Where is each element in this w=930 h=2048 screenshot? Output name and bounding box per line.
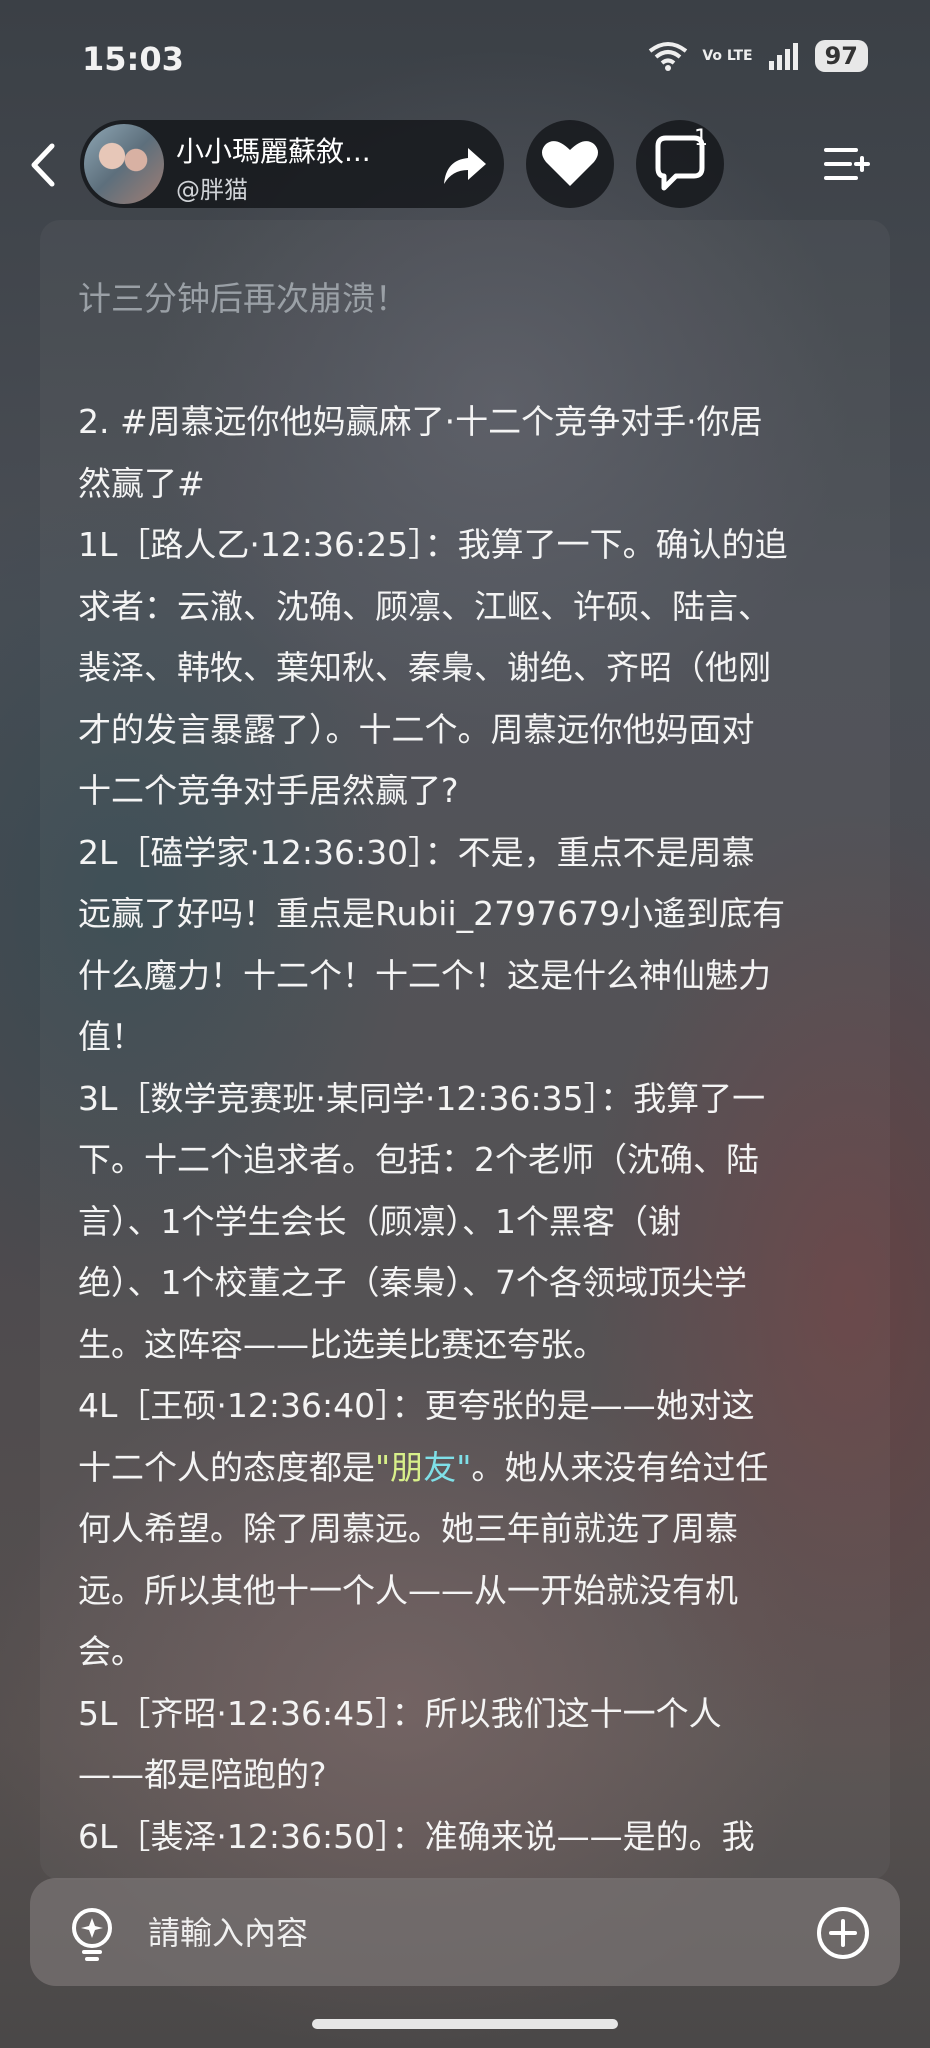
header: 小小瑪麗蘇敘... @胖猫 1 bbox=[0, 120, 930, 210]
text-line: 求者：云澈、沈确、顾凛、江岖、许硕、陆言、 bbox=[78, 586, 771, 626]
avatar[interactable] bbox=[84, 124, 164, 204]
like-button[interactable] bbox=[526, 120, 614, 208]
text-line: 1L［路人乙·12:36:25］：我算了一下。确认的追 bbox=[78, 525, 788, 564]
volte-indicator: Vo LTE bbox=[702, 48, 753, 64]
text-line: 然赢了# bbox=[78, 463, 205, 503]
content-card: 计三分钟后再次崩溃！ 2. #周慕远你他妈赢麻了·十二个竞争对手·你居 然赢了#… bbox=[40, 220, 890, 1880]
text-line: 6L［裴泽·12:36:50］：准确来说——是的。我 bbox=[78, 1816, 755, 1856]
profile-handle: @胖猫 bbox=[176, 176, 248, 204]
text-line: 生。这阵容——比选美比赛还夸张。 bbox=[78, 1324, 606, 1364]
status-bar: 15:03 Vo LTE 97 bbox=[0, 0, 930, 120]
story-text: 计三分钟后再次崩溃！ 2. #周慕远你他妈赢麻了·十二个竞争对手·你居 然赢了#… bbox=[78, 268, 868, 1867]
home-indicator[interactable] bbox=[312, 2019, 618, 2029]
text-span: 十二个人的态度都是 bbox=[78, 1447, 375, 1487]
back-icon[interactable] bbox=[20, 138, 70, 192]
comment-icon bbox=[655, 135, 705, 191]
text-line: 会。 bbox=[78, 1632, 144, 1671]
highlighted-word: 友" bbox=[423, 1447, 472, 1487]
text-line: 5L［齐昭·12:36:45］：所以我们这十一个人 bbox=[78, 1693, 722, 1733]
text-line: 才的发言暴露了）。十二个。周慕远你他妈面对 bbox=[78, 709, 755, 749]
message-input[interactable] bbox=[146, 1878, 800, 1988]
text-line: 2. #周慕远你他妈赢麻了·十二个竞争对手·你居 bbox=[78, 402, 763, 441]
share-icon[interactable] bbox=[440, 140, 490, 190]
text-line: 言）、1个学生会长（顾凛）、1个黑客（谢 bbox=[78, 1201, 681, 1241]
text-line: 十二个人的态度都是"朋友"。她从来没有给过任 bbox=[78, 1437, 868, 1499]
comment-button[interactable]: 1 bbox=[636, 120, 724, 208]
text-line: 绝）、1个校董之子（秦梟）、7个各领域顶尖学 bbox=[78, 1263, 747, 1302]
plus-icon[interactable] bbox=[816, 1906, 870, 1960]
text-line: 3L［数学竞赛班·某同学·12:36:35］：我算了一 bbox=[78, 1078, 766, 1118]
text-line: 何人希望。除了周慕远。她三年前就选了周慕 bbox=[78, 1509, 738, 1548]
highlighted-word: "朋 bbox=[375, 1447, 424, 1487]
input-bar bbox=[30, 1878, 900, 1988]
heart-icon bbox=[542, 141, 598, 186]
wifi-icon bbox=[649, 42, 688, 71]
text-line: 4L［王硕·12:36:40］：更夸张的是——她对这 bbox=[78, 1386, 755, 1425]
text-line: 2L［磕学家·12:36:30］：不是，重点不是周慕 bbox=[78, 832, 755, 872]
profile-name: 小小瑪麗蘇敘... bbox=[176, 135, 371, 168]
profile-pill[interactable]: 小小瑪麗蘇敘... @胖猫 bbox=[80, 120, 504, 208]
status-icons: Vo LTE 97 bbox=[648, 40, 868, 72]
text-line: 十二个竞争对手居然赢了? bbox=[78, 771, 459, 810]
text-line: 什么魔力！十二个！十二个！这是什么神仙魅力 bbox=[78, 955, 771, 995]
menu-icon[interactable] bbox=[822, 140, 872, 190]
text-line: 裴泽、韩牧、葉知秋、秦梟、谢绝、齐昭（他刚 bbox=[78, 648, 771, 687]
comment-count: 1 bbox=[694, 126, 708, 151]
lightbulb-icon[interactable] bbox=[66, 1906, 118, 1962]
text-line: 远赢了好吗！重点是Rubii_2797679小遙到底有 bbox=[78, 894, 786, 933]
text-line: 远。所以其他十一个人——从一开始就没有机 bbox=[78, 1570, 738, 1610]
text-line: 下。十二个追求者。包括：2个老师（沈确、陆 bbox=[78, 1140, 759, 1179]
battery-indicator: 97 bbox=[814, 40, 868, 72]
text-line: 计三分钟后再次崩溃！ bbox=[78, 279, 408, 318]
text-line: ——都是陪跑的? bbox=[78, 1755, 327, 1794]
text-line: 值！ bbox=[78, 1017, 144, 1056]
text-span: 。她从来没有给过任 bbox=[471, 1447, 769, 1487]
signal-icon bbox=[768, 43, 798, 70]
status-time: 15:03 bbox=[82, 40, 184, 78]
